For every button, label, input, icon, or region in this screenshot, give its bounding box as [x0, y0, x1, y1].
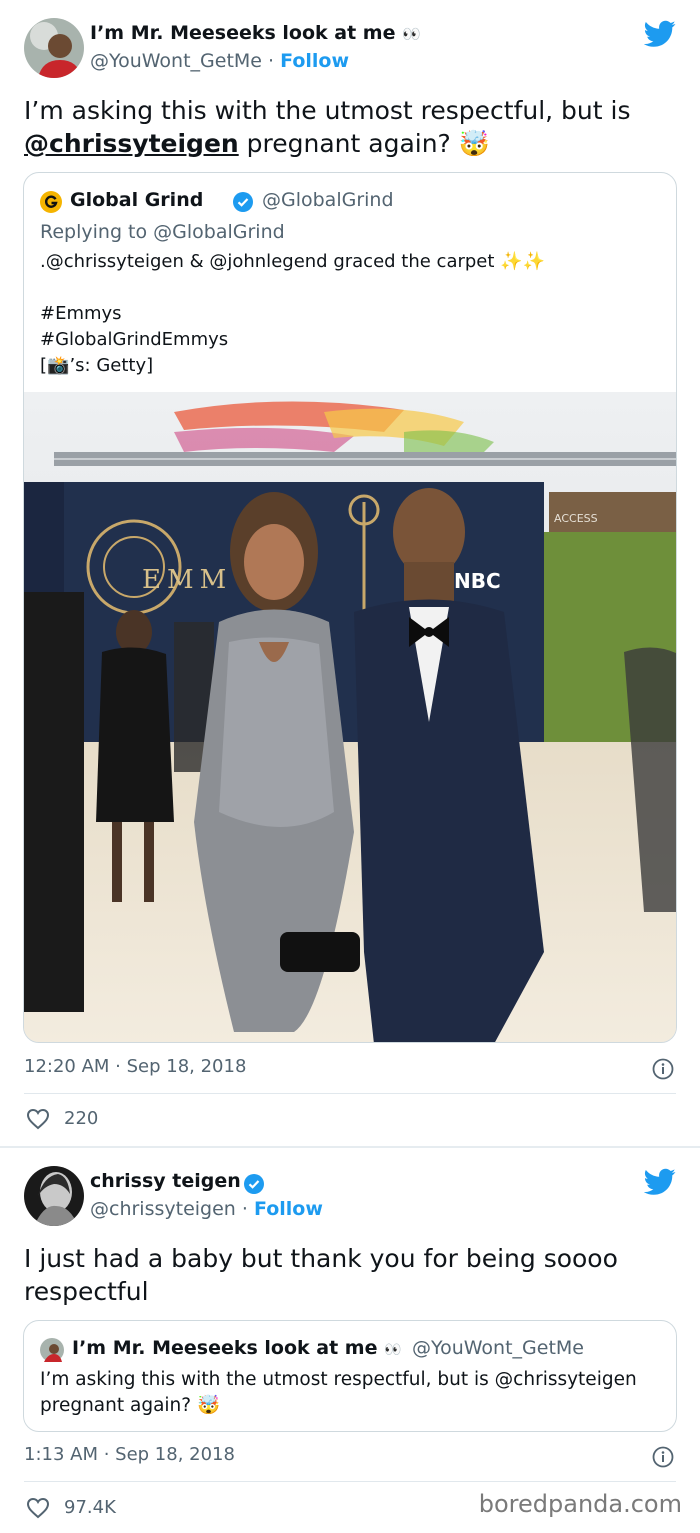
photo-credit: [📸’s: Getty]: [40, 355, 154, 376]
tweet-text: I’m asking this with the utmost respectf…: [24, 96, 631, 158]
divider: [24, 1093, 676, 1094]
backdrop-sign-access: ACCESS: [554, 512, 598, 525]
info-icon[interactable]: [652, 1058, 674, 1080]
display-name[interactable]: chrissy teigen: [90, 1170, 241, 1192]
camera-emoji-icon: 📸: [47, 355, 70, 376]
twitter-bird-icon[interactable]: [644, 1168, 676, 1196]
verified-badge-icon: [233, 192, 253, 212]
like-count[interactable]: 97.4K: [64, 1497, 116, 1518]
like-count[interactable]: 220: [64, 1108, 98, 1129]
quoted-handle[interactable]: @YouWont_GetMe: [412, 1337, 584, 1359]
exploding-head-emoji-icon: 🤯: [196, 1395, 221, 1416]
info-icon[interactable]: [652, 1446, 674, 1468]
separator: ·: [268, 50, 275, 72]
handle[interactable]: @chrissyteigen: [90, 1198, 236, 1220]
quoted-avatar: [40, 1338, 64, 1362]
globalgrind-logo-icon: [40, 191, 62, 213]
tweet-card-chrissyteigen: chrissy teigen @chrissyteigen · Follow I…: [0, 1146, 700, 1533]
follow-button[interactable]: Follow: [280, 50, 349, 72]
verified-badge-icon: [244, 1174, 264, 1194]
tweet-text: I just had a baby but thank you for bein…: [24, 1244, 618, 1306]
timestamp[interactable]: 12:20 AM · Sep 18, 2018: [24, 1056, 246, 1077]
mention-link[interactable]: @chrissyteigen: [24, 129, 239, 158]
backdrop-sign-emmys: EMM: [142, 565, 232, 595]
eyes-emoji-icon: 👀: [402, 25, 421, 43]
timestamp[interactable]: 1:13 AM · Sep 18, 2018: [24, 1444, 235, 1465]
separator: ·: [241, 1198, 248, 1220]
hashtag-emmys[interactable]: #Emmys: [40, 301, 122, 327]
quoted-handle[interactable]: @GlobalGrind: [262, 189, 394, 211]
follow-button[interactable]: Follow: [254, 1198, 323, 1220]
quoted-text-line: I’m asking this with the utmost respectf…: [40, 1369, 637, 1390]
display-name[interactable]: I’m Mr. Meeseeks look at me 👀: [90, 22, 421, 44]
replying-to[interactable]: Replying to @GlobalGrind: [40, 219, 285, 245]
backdrop-sign-nbc: NBC: [454, 569, 501, 593]
avatar-meeseeks[interactable]: [24, 18, 84, 78]
red-carpet-photo[interactable]: EMM NBC ACCESS: [24, 392, 677, 1043]
heart-icon[interactable]: [26, 1108, 50, 1130]
tweet-card-meeseeks: I’m Mr. Meeseeks look at me 👀 @YouWont_G…: [0, 0, 700, 1146]
hashtag-globalgrindemmys[interactable]: #GlobalGrindEmmys: [40, 327, 228, 353]
quoted-display-name[interactable]: I’m Mr. Meeseeks look at me 👀: [72, 1337, 402, 1359]
divider: [24, 1481, 676, 1482]
handle-row: @chrissyteigen · Follow: [90, 1198, 323, 1220]
twitter-bird-icon[interactable]: [644, 20, 676, 48]
handle-row: @YouWont_GetMe · Follow: [90, 50, 349, 72]
exploding-head-emoji-icon: 🤯: [458, 129, 490, 158]
heart-icon[interactable]: [26, 1497, 50, 1519]
quoted-tweet-globalgrind[interactable]: Global Grind @GlobalGrind Replying to @G…: [23, 172, 677, 1043]
quoted-text-line-2: pregnant again? 🤯: [40, 1395, 221, 1416]
handle[interactable]: @YouWont_GetMe: [90, 50, 262, 72]
quoted-text-line: .@chrissyteigen & @johnlegend graced the…: [40, 251, 545, 272]
eyes-emoji-icon: 👀: [384, 1342, 402, 1358]
avatar-chrissyteigen[interactable]: [24, 1166, 84, 1226]
watermark: boredpanda.com: [478, 1490, 682, 1518]
quoted-tweet-meeseeks[interactable]: I’m Mr. Meeseeks look at me 👀 @YouWont_G…: [23, 1320, 677, 1432]
quoted-display-name[interactable]: Global Grind: [70, 189, 203, 211]
